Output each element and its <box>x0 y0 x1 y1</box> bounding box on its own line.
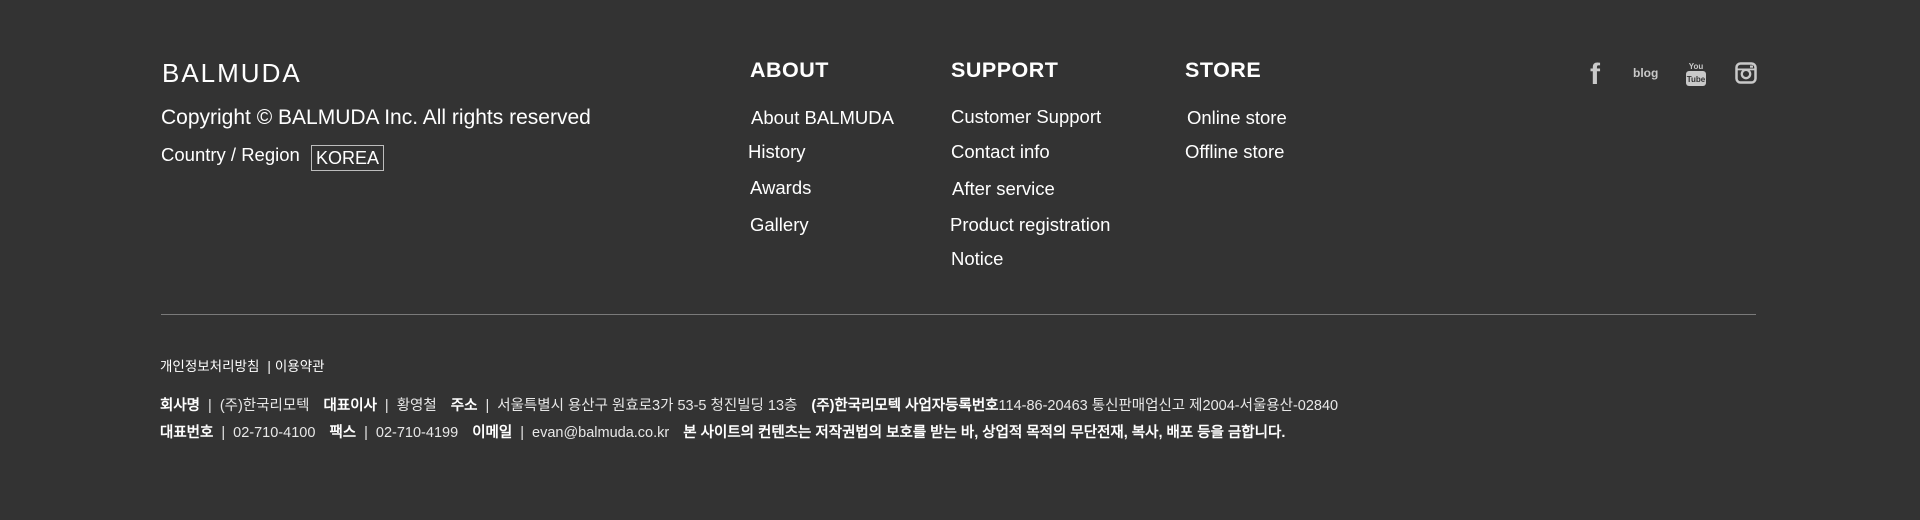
footer-divider <box>161 314 1756 315</box>
copyright-text: Copyright © BALMUDA Inc. All rights rese… <box>161 106 591 129</box>
footer-link-online-store[interactable]: Online store <box>1187 107 1287 129</box>
copyright-notice: 본 사이트의 컨텐츠는 저작권법의 보호를 받는 바, 상업적 목적의 무단전재… <box>683 425 1286 441</box>
phone-label: 대표번호 <box>160 425 214 441</box>
svg-text:Tube: Tube <box>1687 75 1706 84</box>
region-label: Country / Region <box>161 144 300 165</box>
footer-link-product-registration[interactable]: Product registration <box>950 214 1110 236</box>
youtube-icon[interactable]: You Tube <box>1685 61 1707 87</box>
about-column: ABOUT About BALMUDA History Awards Galle… <box>748 58 894 235</box>
footer-link-gallery[interactable]: Gallery <box>750 214 809 236</box>
email-value[interactable]: evan@balmuda.co.kr <box>532 425 669 441</box>
contact-info-line: 대표번호 | 02-710-4100 팩스 | 02-710-4199 이메일 | evan… <box>160 425 1286 441</box>
link-separator: | <box>267 359 271 374</box>
company-label: 회사명 <box>160 398 201 414</box>
legal-links: 개인정보처리방침 | 이용약관 <box>160 355 325 375</box>
footer-link-contact-info[interactable]: Contact info <box>951 141 1050 163</box>
ceo-label: 대표이사 <box>323 398 377 414</box>
footer-link-after-service[interactable]: After service <box>952 178 1055 200</box>
footer-link-awards[interactable]: Awards <box>750 177 811 199</box>
email-label: 이메일 <box>472 425 513 441</box>
terms-link[interactable]: 이용약관 <box>275 359 325 374</box>
footer-link-offline-store[interactable]: Offline store <box>1185 141 1284 163</box>
business-number-value: 114-86-20463 통신판매업신고 제2004-서울용산-02840 <box>998 398 1339 414</box>
business-number-label: (주)한국리모텍 사업자등록번호 <box>811 398 999 414</box>
blog-icon[interactable]: blog <box>1633 66 1658 80</box>
instagram-icon[interactable] <box>1735 62 1757 84</box>
fax-value: 02-710-4199 <box>375 425 459 441</box>
ceo-value: 황영철 <box>396 398 437 414</box>
company-info-line: 회사명 | (주)한국리모텍 대표이사 | 황영철 주소 | 서울특별시 용산구 원효로3가… <box>160 398 1339 414</box>
store-heading: STORE <box>1185 58 1262 82</box>
region-selector-button[interactable]: KOREA <box>311 145 385 171</box>
address-label: 주소 <box>450 398 478 414</box>
store-column: STORE Online store Offline store <box>1185 58 1287 162</box>
svg-text:You: You <box>1689 62 1704 71</box>
phone-value: 02-710-4100 <box>233 425 316 441</box>
address-value: 서울특별시 용산구 원효로3가 53-5 청진빌딩 13층 <box>497 398 798 414</box>
company-value: (주)한국리모텍 <box>219 398 310 414</box>
privacy-policy-link[interactable]: 개인정보처리방침 <box>160 359 259 374</box>
footer-link-about-balmuda[interactable]: About BALMUDA <box>751 107 894 129</box>
footer-link-customer-support[interactable]: Customer Support <box>951 106 1101 128</box>
footer-link-notice[interactable]: Notice <box>951 248 1003 270</box>
footer-link-history[interactable]: History <box>748 141 806 163</box>
about-heading: ABOUT <box>750 58 829 82</box>
support-heading: SUPPORT <box>951 58 1059 82</box>
balmuda-logo[interactable]: BALMUDA <box>162 58 302 89</box>
support-column: SUPPORT Customer Support Contact info Af… <box>950 58 1110 269</box>
fax-label: 팩스 <box>329 425 357 441</box>
facebook-icon[interactable]: f <box>1590 60 1600 90</box>
